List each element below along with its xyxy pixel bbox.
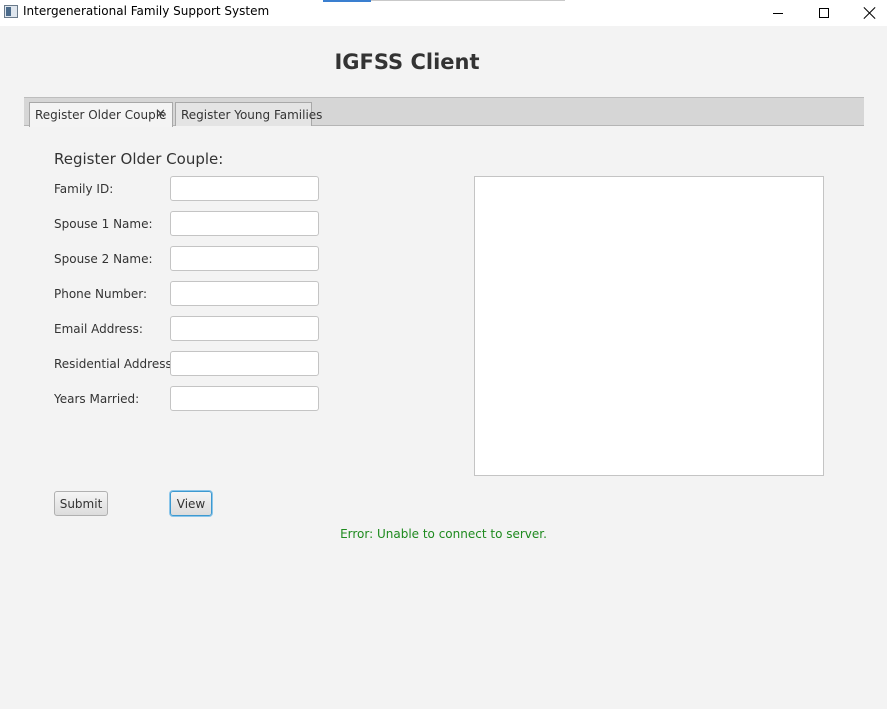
title-accent-line [323, 0, 371, 2]
app-title: IGFSS Client [334, 50, 480, 74]
title-divider-line [371, 0, 565, 1]
minimize-button[interactable] [755, 0, 801, 26]
years-married-label: Years Married: [54, 392, 140, 406]
email-address-input[interactable] [170, 316, 319, 341]
tab-register-older-couple[interactable]: Register Older Couple ✕ [29, 102, 173, 127]
app-window-icon [4, 5, 18, 18]
maximize-icon [819, 8, 829, 18]
email-address-label: Email Address: [54, 322, 143, 336]
residential-address-input[interactable] [170, 351, 319, 376]
close-tab-icon[interactable]: ✕ [155, 107, 166, 122]
phone-number-label: Phone Number: [54, 287, 148, 301]
tab-bar: Register Older Couple ✕ Register Young F… [24, 97, 864, 127]
spouse-2-name-input[interactable] [170, 246, 319, 271]
close-icon [864, 7, 876, 19]
spouse-2-name-label: Spouse 2 Name: [54, 252, 153, 266]
maximize-button[interactable] [801, 0, 847, 26]
window-title: Intergenerational Family Support System [23, 4, 270, 18]
close-window-button[interactable] [847, 0, 887, 26]
view-button[interactable]: View [170, 491, 212, 516]
spouse-1-name-input[interactable] [170, 211, 319, 236]
phone-number-input[interactable] [170, 281, 319, 306]
family-id-input[interactable] [170, 176, 319, 201]
status-message: Error: Unable to connect to server. [340, 527, 547, 541]
spouse-1-name-label: Spouse 1 Name: [54, 217, 153, 231]
output-text-area[interactable] [474, 176, 824, 476]
family-id-label: Family ID: [54, 182, 114, 196]
tab-label: Register Older Couple [35, 108, 167, 122]
tab-register-young-families[interactable]: Register Young Families [175, 102, 322, 126]
title-bar: Intergenerational Family Support System [0, 0, 887, 26]
years-married-input[interactable] [170, 386, 319, 411]
tab-label: Register Young Families [181, 108, 323, 122]
minimize-icon [773, 12, 783, 14]
submit-button[interactable]: Submit [54, 491, 108, 516]
form-heading: Register Older Couple: [54, 150, 224, 168]
residential-address-label: Residential Address: [54, 357, 176, 371]
